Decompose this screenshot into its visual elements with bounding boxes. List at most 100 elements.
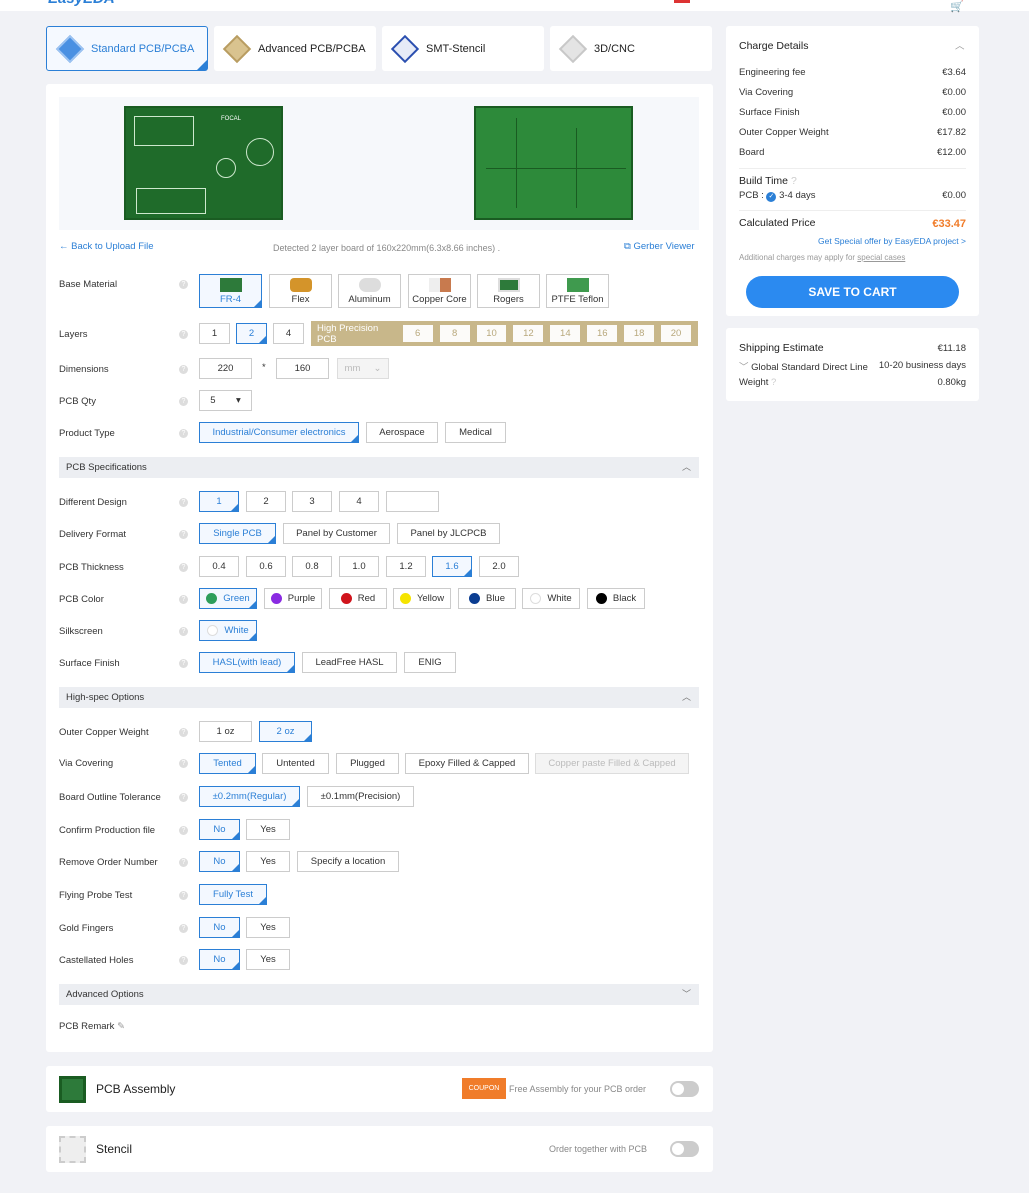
different-design-2[interactable]: 2 bbox=[246, 491, 286, 512]
advanced-options-header[interactable]: Advanced Options ﹀ bbox=[59, 984, 699, 1005]
special-cases-link[interactable]: special cases bbox=[857, 253, 905, 262]
layer-option-2[interactable]: 2 bbox=[236, 323, 267, 344]
confirm-file-no[interactable]: No bbox=[199, 819, 240, 840]
color-purple[interactable]: Purple bbox=[264, 588, 322, 609]
tab-3d-cnc[interactable]: 3D/CNC bbox=[550, 26, 712, 71]
color-blue[interactable]: Blue bbox=[458, 588, 516, 609]
castellated-no[interactable]: No bbox=[199, 949, 240, 970]
layer-option-8[interactable]: 8 bbox=[439, 325, 470, 342]
help-icon[interactable]: ? bbox=[179, 365, 188, 374]
layer-option-1[interactable]: 1 bbox=[199, 323, 230, 344]
save-to-cart-button[interactable]: SAVE TO CART bbox=[746, 276, 959, 308]
help-icon[interactable]: ? bbox=[179, 659, 188, 668]
layer-option-18[interactable]: 18 bbox=[624, 325, 655, 342]
layer-option-20[interactable]: 20 bbox=[661, 325, 691, 342]
help-icon[interactable]: ? bbox=[179, 530, 188, 539]
delivery-panel-by-customer[interactable]: Panel by Customer bbox=[283, 523, 390, 544]
via-tented[interactable]: Tented bbox=[199, 753, 256, 774]
back-to-upload-link[interactable]: ← Back to Upload File bbox=[59, 241, 154, 252]
layer-option-14[interactable]: 14 bbox=[550, 325, 581, 342]
gerber-viewer-link[interactable]: ⧉ Gerber Viewer bbox=[624, 241, 695, 252]
castellated-yes[interactable]: Yes bbox=[246, 949, 290, 970]
thickness-0-6[interactable]: 0.6 bbox=[246, 556, 286, 577]
help-icon[interactable]: ? bbox=[179, 728, 188, 737]
confirm-file-yes[interactable]: Yes bbox=[246, 819, 290, 840]
gold-fingers-yes[interactable]: Yes bbox=[246, 917, 290, 938]
product-type-medical[interactable]: Medical bbox=[445, 422, 506, 443]
help-icon[interactable]: ? bbox=[179, 397, 188, 406]
chevron-up-icon[interactable]: ︿ bbox=[955, 38, 965, 52]
material-rogers[interactable]: Rogers bbox=[477, 274, 540, 308]
help-icon[interactable]: ? bbox=[179, 498, 188, 507]
build-time-pcb-row[interactable]: PCB : ✓ 3-4 days bbox=[739, 190, 816, 202]
help-icon[interactable]: ? bbox=[771, 377, 776, 388]
help-icon[interactable]: ? bbox=[179, 429, 188, 438]
material-copper-core[interactable]: Copper Core bbox=[408, 274, 471, 308]
thickness-2-0[interactable]: 2.0 bbox=[479, 556, 519, 577]
layer-option-16[interactable]: 16 bbox=[587, 325, 618, 342]
high-spec-options-header[interactable]: High-spec Options ︿ bbox=[59, 687, 699, 708]
remove-order-specify-location[interactable]: Specify a location bbox=[297, 851, 399, 872]
dimension-height-input[interactable]: 160 bbox=[276, 358, 329, 379]
brand-logo[interactable]: EasyEDA bbox=[48, 0, 148, 8]
different-design-4[interactable]: 4 bbox=[339, 491, 379, 512]
language-flag-icon[interactable] bbox=[674, 0, 690, 3]
thickness-0-4[interactable]: 0.4 bbox=[199, 556, 239, 577]
help-icon[interactable]: ? bbox=[179, 891, 188, 900]
silkscreen-white[interactable]: White bbox=[199, 620, 257, 641]
color-yellow[interactable]: Yellow bbox=[393, 588, 451, 609]
color-black[interactable]: Black bbox=[587, 588, 645, 609]
special-offer-link[interactable]: Get Special offer by EasyEDA project > bbox=[818, 236, 966, 246]
pcb-qty-select[interactable]: 5 ▾ bbox=[199, 390, 252, 411]
delivery-single-pcb[interactable]: Single PCB bbox=[199, 523, 276, 544]
finish-enig[interactable]: ENIG bbox=[404, 652, 456, 673]
help-icon[interactable]: ? bbox=[179, 330, 188, 339]
different-design-3[interactable]: 3 bbox=[292, 491, 332, 512]
via-epoxy-filled[interactable]: Epoxy Filled & Capped bbox=[405, 753, 529, 774]
help-icon[interactable]: ? bbox=[179, 627, 188, 636]
help-icon[interactable]: ? bbox=[791, 175, 797, 187]
layer-option-12[interactable]: 12 bbox=[513, 325, 544, 342]
tolerance-regular[interactable]: ±0.2mm(Regular) bbox=[199, 786, 300, 807]
color-red[interactable]: Red bbox=[329, 588, 387, 609]
thickness-0-8[interactable]: 0.8 bbox=[292, 556, 332, 577]
copper-2oz[interactable]: 2 oz bbox=[259, 721, 312, 742]
help-icon[interactable]: ? bbox=[179, 826, 188, 835]
remove-order-yes[interactable]: Yes bbox=[246, 851, 290, 872]
layer-option-10[interactable]: 10 bbox=[476, 325, 507, 342]
finish-hasl-with-lead[interactable]: HASL(with lead) bbox=[199, 652, 295, 673]
cart-icon[interactable]: 🛒 bbox=[950, 0, 964, 13]
tolerance-precision[interactable]: ±0.1mm(Precision) bbox=[307, 786, 414, 807]
shipping-method-select[interactable]: ﹀ Global Standard Direct Line bbox=[739, 359, 868, 373]
product-type-aerospace[interactable]: Aerospace bbox=[366, 422, 438, 443]
layer-option-4[interactable]: 4 bbox=[273, 323, 304, 344]
different-design-1[interactable]: 1 bbox=[199, 491, 239, 512]
flying-probe-fully-test[interactable]: Fully Test bbox=[199, 884, 267, 905]
help-icon[interactable]: ? bbox=[179, 280, 188, 289]
via-untented[interactable]: Untented bbox=[262, 753, 329, 774]
assembly-toggle[interactable] bbox=[670, 1081, 699, 1097]
material-fr4[interactable]: FR-4 bbox=[199, 274, 262, 308]
remove-order-no[interactable]: No bbox=[199, 851, 240, 872]
help-icon[interactable]: ? bbox=[179, 956, 188, 965]
color-white[interactable]: White bbox=[522, 588, 580, 609]
color-green[interactable]: Green bbox=[199, 588, 257, 609]
help-icon[interactable]: ? bbox=[179, 595, 188, 604]
material-aluminum[interactable]: Aluminum bbox=[338, 274, 401, 308]
dimension-width-input[interactable]: 220 bbox=[199, 358, 252, 379]
tab-smt-stencil[interactable]: SMT-Stencil bbox=[382, 26, 544, 71]
product-type-industrial[interactable]: Industrial/Consumer electronics bbox=[199, 422, 359, 443]
pcb-specifications-header[interactable]: PCB Specifications ︿ bbox=[59, 457, 699, 478]
pencil-icon[interactable]: ✎ bbox=[117, 1021, 125, 1032]
delivery-panel-by-jlcpcb[interactable]: Panel by JLCPCB bbox=[397, 523, 500, 544]
finish-leadfree-hasl[interactable]: LeadFree HASL bbox=[302, 652, 397, 673]
thickness-1-0[interactable]: 1.0 bbox=[339, 556, 379, 577]
unit-select[interactable]: mm ⌄ bbox=[337, 358, 389, 379]
material-flex[interactable]: Flex bbox=[269, 274, 332, 308]
via-plugged[interactable]: Plugged bbox=[336, 753, 399, 774]
stencil-toggle[interactable] bbox=[670, 1141, 699, 1157]
help-icon[interactable]: ? bbox=[179, 563, 188, 572]
tab-standard-pcb[interactable]: Standard PCB/PCBA bbox=[46, 26, 208, 71]
help-icon[interactable]: ? bbox=[179, 759, 188, 768]
help-icon[interactable]: ? bbox=[179, 924, 188, 933]
